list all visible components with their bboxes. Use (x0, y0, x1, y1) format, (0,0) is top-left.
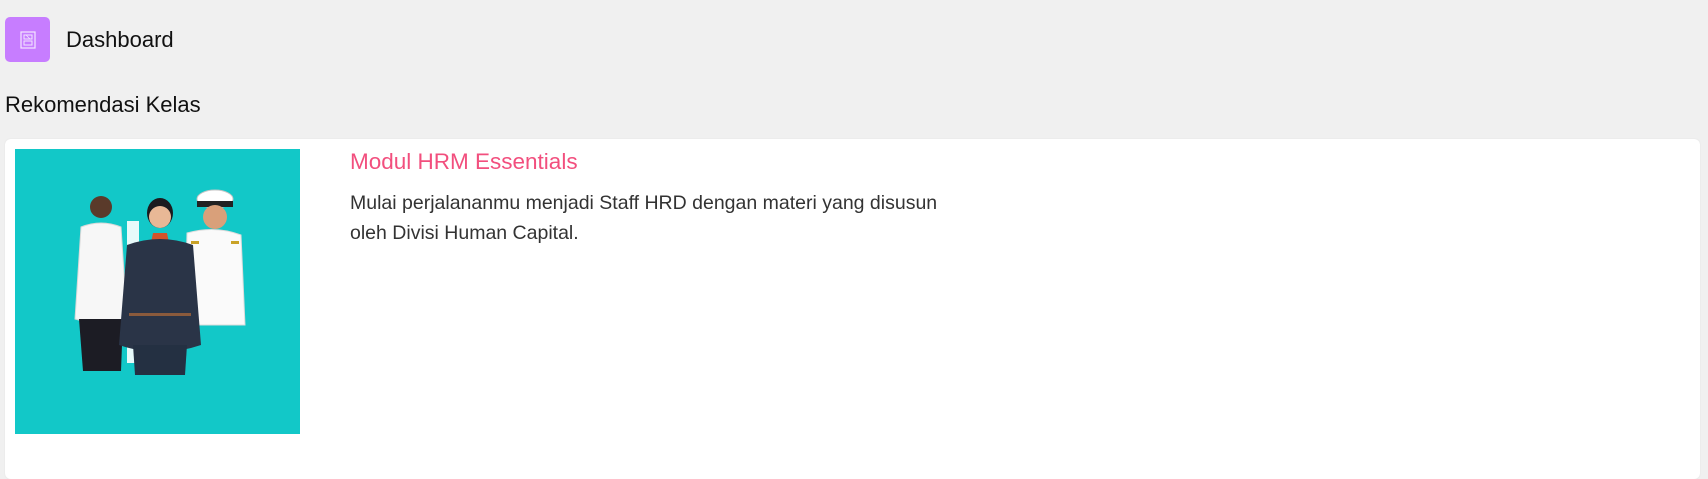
course-thumbnail[interactable] (15, 149, 300, 434)
app-header: Dashboard (5, 17, 174, 62)
course-description: Mulai perjalananmu menjadi Staff HRD den… (350, 192, 938, 244)
course-title[interactable]: Modul HRM Essentials (350, 149, 578, 175)
section-title: Rekomendasi Kelas (5, 92, 201, 117)
course-card[interactable]: Modul HRM Essentials Mulai perjalananmu … (5, 139, 1700, 479)
page-title: Dashboard (66, 26, 174, 52)
report-icon[interactable] (5, 17, 50, 62)
